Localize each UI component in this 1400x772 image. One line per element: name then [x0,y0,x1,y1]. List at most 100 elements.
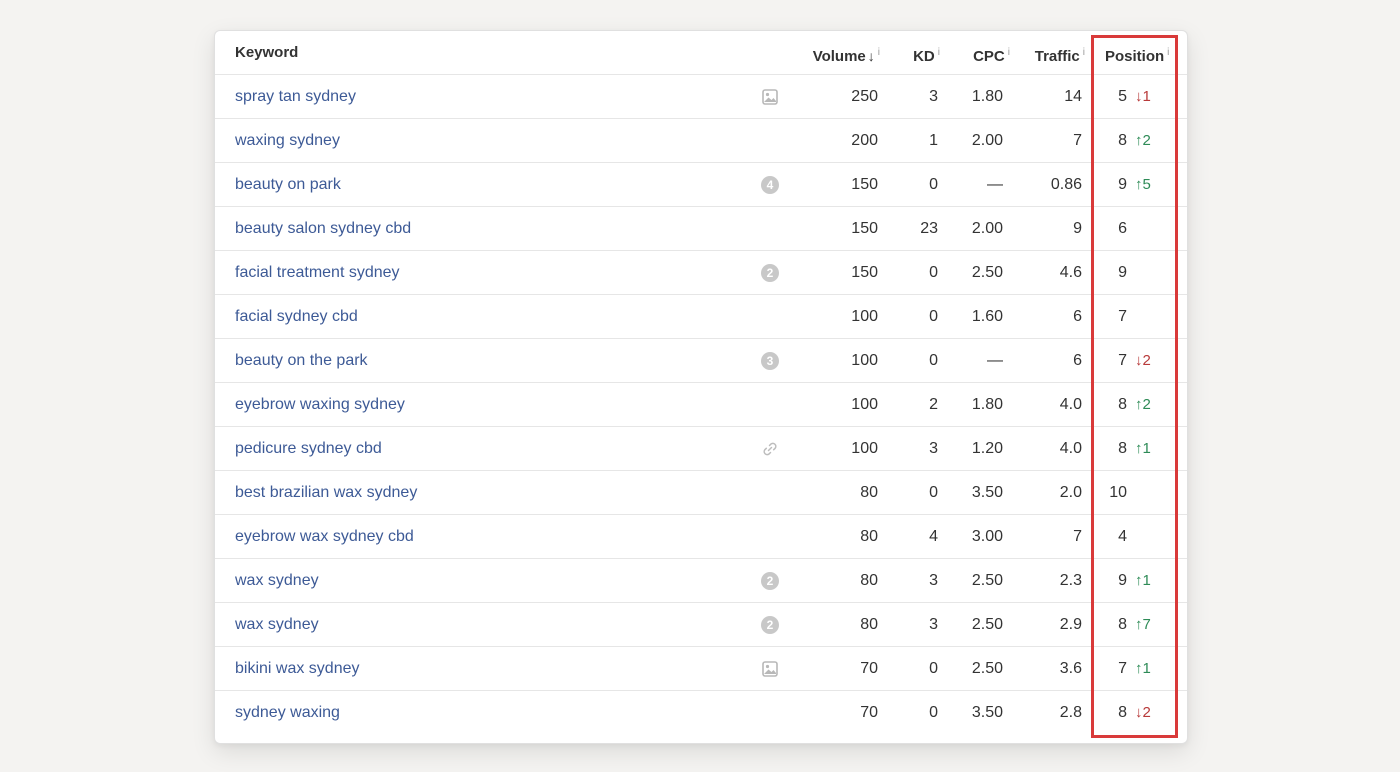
keywords-table: Keyword Volume ↓ i KD i CPC i Traffic i Posit… [214,30,1188,744]
info-icon[interactable]: i [1167,47,1169,58]
count-badge-icon[interactable]: 2 [761,616,779,634]
info-icon[interactable]: i [938,47,940,58]
header-cpc[interactable]: CPC i [950,31,1010,75]
cpc-cell: 2.00 [971,132,1003,149]
keyword-link[interactable]: beauty on park [235,163,341,207]
info-icon[interactable]: i [878,47,880,58]
traffic-cell: 9 [1073,220,1082,237]
volume-cell: 70 [860,704,878,721]
keyword-link[interactable]: facial sydney cbd [235,295,358,339]
cpc-cell: 3.00 [971,528,1003,545]
table-row: beauty salon sydney cbd 150 23 2.00 9 6 [215,207,1187,251]
traffic-cell: 4.0 [1059,396,1082,413]
volume-cell: 80 [860,528,878,545]
header-cpc-label: CPC [973,48,1005,65]
traffic-cell: 2.0 [1059,484,1082,501]
image-icon[interactable] [761,660,779,678]
kd-cell: 0 [929,484,938,501]
info-icon[interactable]: i [1083,47,1085,58]
keyword-link[interactable]: beauty salon sydney cbd [235,207,411,251]
keyword-link[interactable]: waxing sydney [235,119,340,163]
info-icon[interactable]: i [1008,47,1010,58]
position-down-change: ↓2 [1135,352,1151,369]
position-cell: 6 [1105,207,1177,251]
header-volume[interactable]: Volume ↓ i [795,31,880,75]
kd-cell: 2 [929,396,938,413]
keyword-link[interactable]: wax sydney [235,559,319,603]
cpc-cell: 3.50 [971,704,1003,721]
position-value: 9 [1118,176,1127,193]
position-cell: 8 ↑2 [1105,383,1177,427]
table-row: pedicure sydney cbd 100 3 1.20 4.0 8 ↑1 [215,427,1187,471]
kd-cell: 0 [929,660,938,677]
position-cell: 7 ↓2 [1105,339,1177,383]
position-up-change: ↑2 [1135,132,1151,149]
table-row: facial sydney cbd 100 0 1.60 6 7 [215,295,1187,339]
header-position[interactable]: Position i [1105,31,1185,75]
kd-cell: 3 [929,440,938,457]
count-badge-icon[interactable]: 4 [761,176,779,194]
table-row: spray tan sydney 250 3 1.80 14 5 ↓1 [215,75,1187,119]
position-cell: 10 [1105,471,1177,515]
volume-cell: 80 [860,484,878,501]
position-cell: 9 ↑5 [1105,163,1177,207]
position-up-change: ↑1 [1135,660,1151,677]
keyword-link[interactable]: bikini wax sydney [235,647,360,691]
position-value: 9 [1118,264,1127,281]
kd-cell: 4 [929,528,938,545]
table-row: waxing sydney 200 1 2.00 7 8 ↑2 [215,119,1187,163]
count-badge-icon[interactable]: 2 [761,572,779,590]
image-icon[interactable] [761,88,779,106]
kd-cell: 3 [929,88,938,105]
position-value: 8 [1118,396,1127,413]
cpc-cell: 1.80 [971,88,1003,105]
position-value: 7 [1118,660,1127,677]
position-value: 4 [1118,528,1127,545]
count-badge-icon[interactable]: 2 [761,264,779,282]
position-value: 10 [1109,484,1127,501]
keyword-link[interactable]: eyebrow wax sydney cbd [235,515,414,559]
table-row: sydney waxing 70 0 3.50 2.8 8 ↓2 [215,691,1187,735]
kd-cell: 0 [929,264,938,281]
volume-cell: 250 [851,88,878,105]
header-keyword-label: Keyword [235,44,299,61]
position-cell: 8 ↑7 [1105,603,1177,647]
keyword-link[interactable]: facial treatment sydney [235,251,400,295]
volume-cell: 80 [860,572,878,589]
traffic-cell: 2.3 [1059,572,1082,589]
badge-count: 2 [761,616,779,634]
position-value: 8 [1118,132,1127,149]
keyword-link[interactable]: sydney waxing [235,691,340,735]
keyword-link[interactable]: spray tan sydney [235,75,356,119]
cpc-cell: 1.20 [971,440,1003,457]
header-position-label: Position [1105,48,1165,65]
table-row: bikini wax sydney 70 0 2.50 3.6 7 ↑1 [215,647,1187,691]
cpc-cell: 2.50 [971,264,1003,281]
traffic-cell: 4.0 [1059,440,1082,457]
position-cell: 5 ↓1 [1105,75,1177,119]
volume-cell: 80 [860,616,878,633]
volume-cell: 150 [851,176,878,193]
position-value: 7 [1118,352,1127,369]
keyword-link[interactable]: best brazilian wax sydney [235,471,417,515]
keyword-link[interactable]: beauty on the park [235,339,368,383]
sort-down-icon: ↓ [867,48,875,64]
position-up-change: ↑5 [1135,176,1151,193]
header-kd[interactable]: KD i [895,31,940,75]
keyword-link[interactable]: wax sydney [235,603,319,647]
traffic-cell: 2.8 [1059,704,1082,721]
position-value: 8 [1118,440,1127,457]
table-row: facial treatment sydney 2 150 0 2.50 4.6 9 [215,251,1187,295]
header-keyword[interactable]: Keyword [235,31,298,75]
keyword-link[interactable]: eyebrow waxing sydney [235,383,405,427]
link-icon[interactable] [761,440,779,458]
header-traffic[interactable]: Traffic i [1015,31,1085,75]
keyword-link[interactable]: pedicure sydney cbd [235,427,382,471]
kd-cell: 3 [929,616,938,633]
volume-cell: 100 [851,308,878,325]
count-badge-icon[interactable]: 3 [761,352,779,370]
table-row: best brazilian wax sydney 80 0 3.50 2.0 10 [215,471,1187,515]
table-header: Keyword Volume ↓ i KD i CPC i Traffic i Posit… [215,31,1187,75]
cpc-cell: — [987,352,1003,369]
badge-count: 4 [761,176,779,194]
